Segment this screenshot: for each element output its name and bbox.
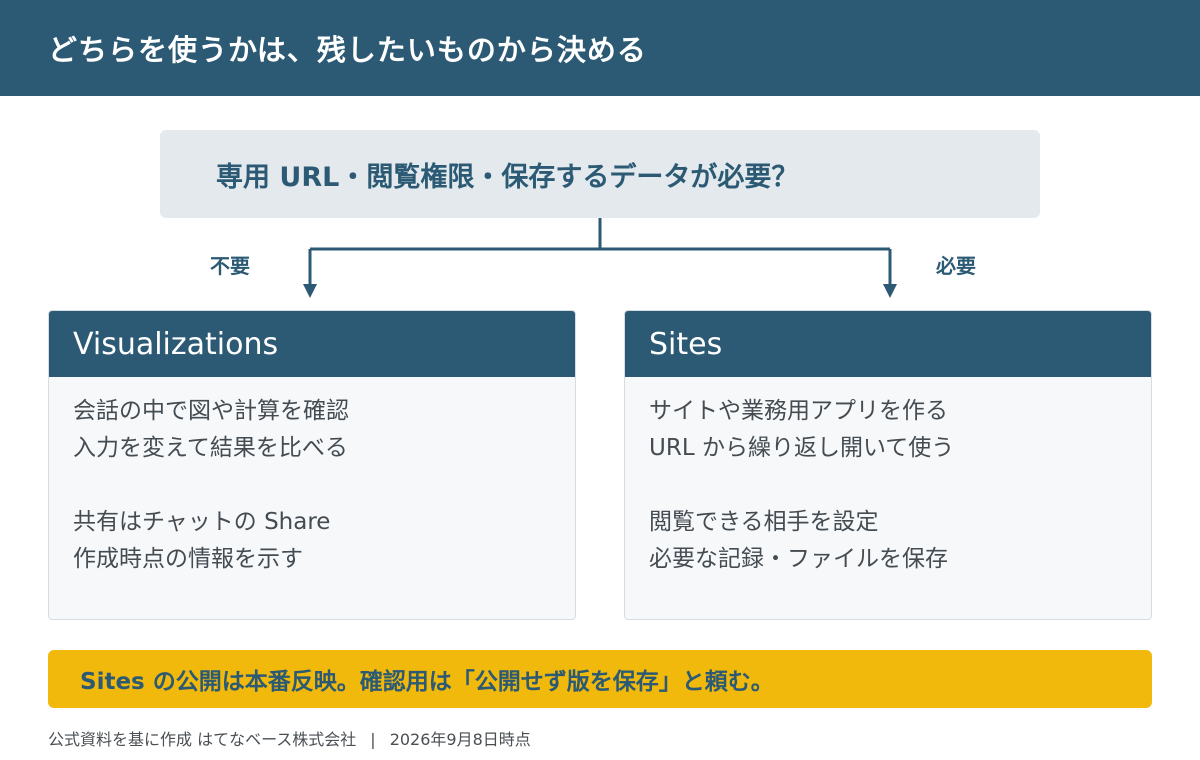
card-line: 入力を変えて結果を比べる xyxy=(73,435,348,461)
footer-credit: 公式資料を基に作成 はてなベース株式会社 | 2026年9月8日時点 xyxy=(48,726,531,750)
card-line: 共有はチャットの Share xyxy=(73,509,331,535)
card-visualizations-body: 会話の中で図や計算を確認 入力を変えて結果を比べる 共有はチャットの Share… xyxy=(49,377,575,578)
card-line: 閲覧できる相手を設定 xyxy=(649,509,879,535)
right-arrowhead xyxy=(883,284,897,298)
footer-date: 2026年9月8日時点 xyxy=(389,730,531,749)
card-sites: Sites サイトや業務用アプリを作る URL から繰り返し開いて使う 閲覧でき… xyxy=(624,310,1152,620)
footer-separator: | xyxy=(370,730,376,749)
card-line: 必要な記録・ファイルを保存 xyxy=(649,546,948,572)
card-sites-header: Sites xyxy=(625,311,1151,377)
card-line: 会話の中で図や計算を確認 xyxy=(73,398,349,424)
card-visualizations-header: Visualizations xyxy=(49,311,575,377)
branch-label-yes: 必要 xyxy=(936,254,976,278)
card-visualizations: Visualizations 会話の中で図や計算を確認 入力を変えて結果を比べる… xyxy=(48,310,576,620)
branch-connector xyxy=(303,218,897,298)
publish-note-banner: Sites の公開は本番反映。確認用は「公開せず版を保存」と頼む。 xyxy=(48,650,1152,708)
branch-label-no: 不要 xyxy=(210,254,250,278)
card-visualizations-title: Visualizations xyxy=(73,326,279,362)
publish-note-text: Sites の公開は本番反映。確認用は「公開せず版を保存」と頼む。 xyxy=(80,669,774,695)
card-sites-body: サイトや業務用アプリを作る URL から繰り返し開いて使う 閲覧できる相手を設定… xyxy=(625,377,1151,578)
card-line: 作成時点の情報を示す xyxy=(73,546,303,572)
left-arrowhead xyxy=(303,284,317,298)
card-line: サイトや業務用アプリを作る xyxy=(649,398,948,424)
card-line: URL から繰り返し開いて使う xyxy=(649,435,955,461)
footer-source: 公式資料を基に作成 はてなベース株式会社 xyxy=(48,730,357,749)
card-sites-title: Sites xyxy=(649,326,723,362)
